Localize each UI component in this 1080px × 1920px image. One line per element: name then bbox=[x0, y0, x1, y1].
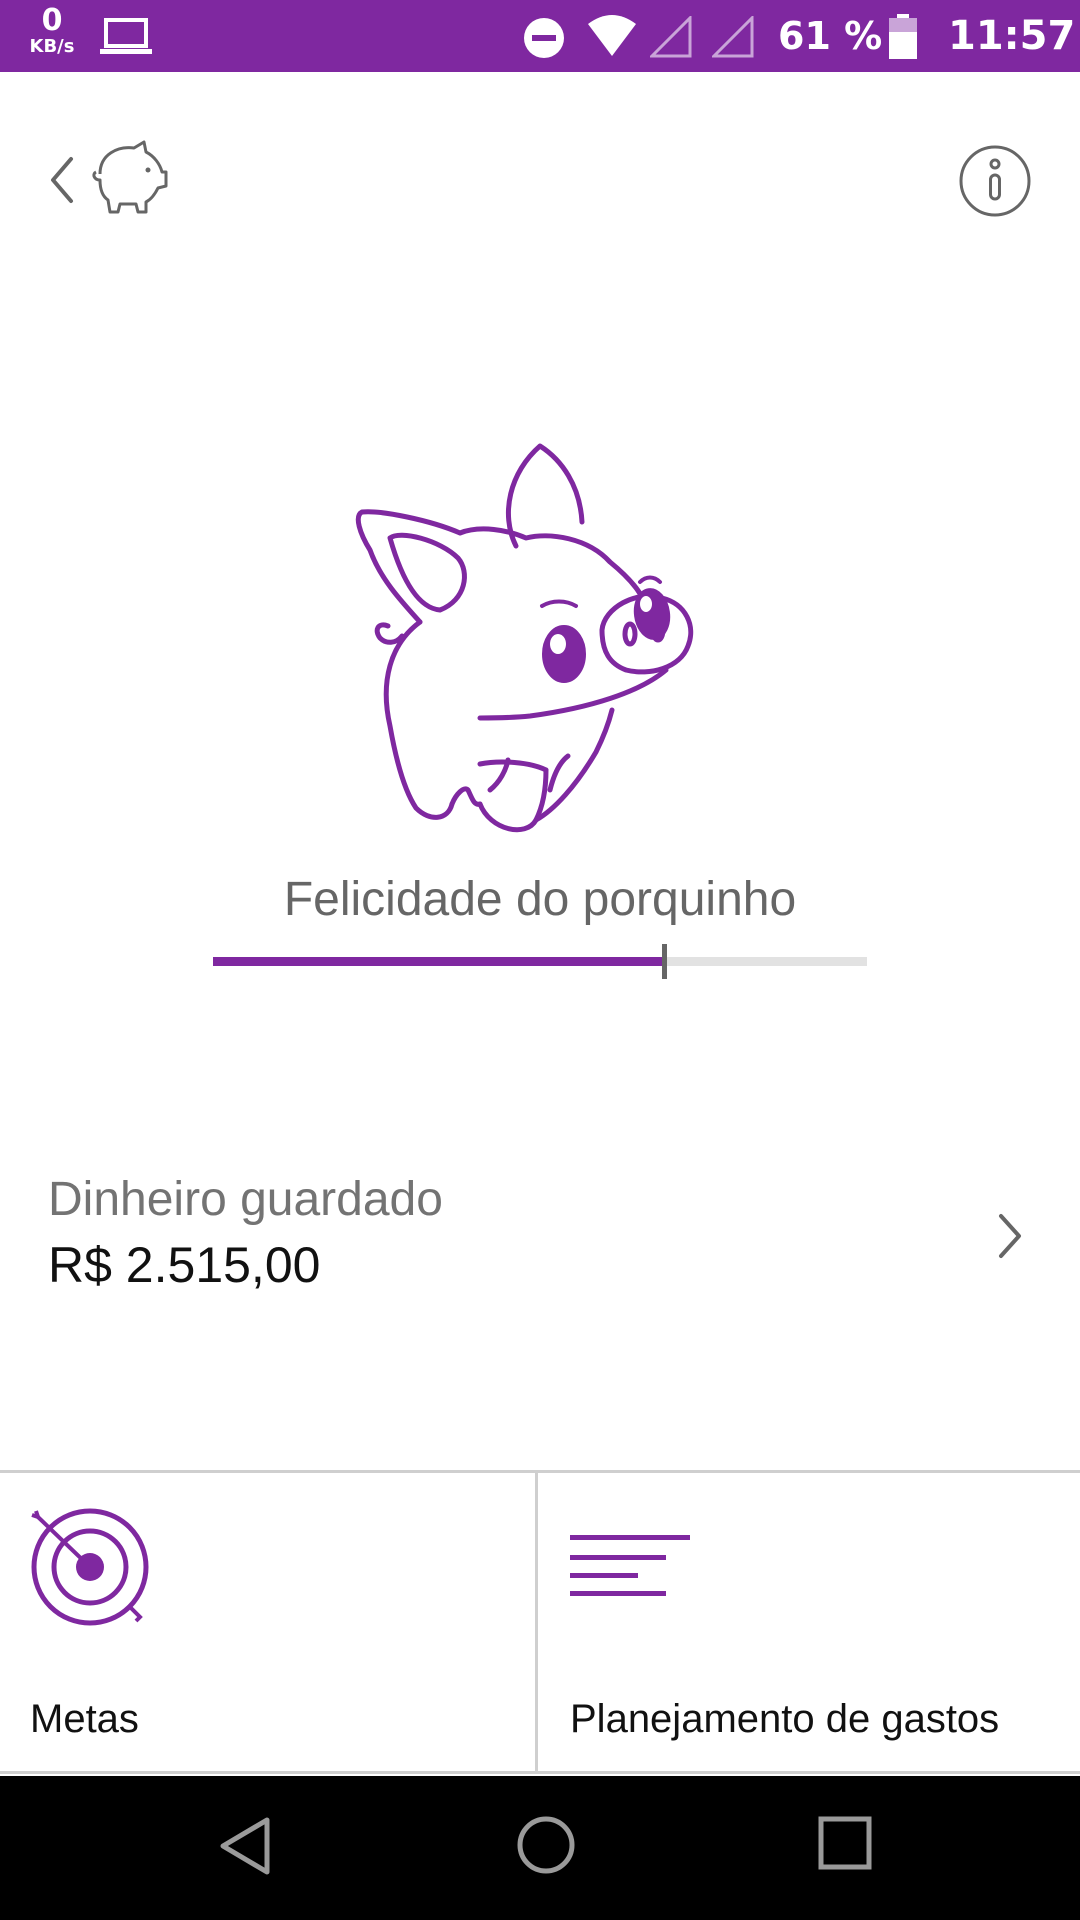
nav-recents-icon[interactable] bbox=[816, 1814, 874, 1872]
status-bar: 0 KB/s 61 % 11:57 bbox=[0, 0, 1080, 72]
lines-list-icon bbox=[570, 1535, 690, 1596]
happiness-progress-fill bbox=[213, 957, 665, 966]
laptop-icon bbox=[100, 18, 152, 54]
network-speed-unit: KB/s bbox=[29, 36, 75, 57]
money-saved-row[interactable]: Dinheiro guardado R$ 2.515,00 bbox=[0, 1150, 1080, 1330]
happiness-progress-marker bbox=[662, 944, 668, 979]
nav-home-icon[interactable] bbox=[515, 1814, 577, 1876]
happiness-progress-bar bbox=[213, 944, 867, 979]
wifi-icon bbox=[588, 15, 636, 56]
status-time: 11:57 bbox=[948, 13, 1076, 59]
shortcuts-panel: Metas Planejamento de gastos bbox=[0, 1470, 1080, 1774]
signal-icon bbox=[712, 16, 754, 58]
goals-shortcut[interactable]: Metas bbox=[0, 1473, 538, 1771]
app-screen: 0 KB/s 61 % 11:57 Felicidade do porquinh… bbox=[0, 0, 1080, 1920]
info-button[interactable] bbox=[958, 144, 1032, 218]
money-saved-value: R$ 2.515,00 bbox=[48, 1237, 321, 1293]
network-speed-value: 0 bbox=[41, 3, 63, 38]
back-chevron-icon bbox=[51, 157, 73, 203]
chevron-right-icon bbox=[999, 1214, 1021, 1258]
do-not-disturb-icon bbox=[524, 18, 564, 58]
battery-percentage: 61 % bbox=[778, 14, 883, 58]
spending-planning-shortcut[interactable]: Planejamento de gastos bbox=[538, 1473, 1080, 1771]
money-saved-label: Dinheiro guardado bbox=[48, 1173, 443, 1226]
piggy-bank-icon bbox=[92, 140, 168, 214]
happiness-label: Felicidade do porquinho bbox=[283, 873, 797, 926]
network-speed-indicator: 0 KB/s bbox=[24, 6, 80, 56]
happy-pig-illustration bbox=[355, 443, 694, 833]
battery-icon bbox=[889, 14, 917, 59]
signal-icon bbox=[650, 16, 692, 58]
back-button[interactable] bbox=[40, 148, 84, 212]
target-icon bbox=[31, 1508, 149, 1626]
goals-label: Metas bbox=[30, 1697, 139, 1741]
spending-planning-label: Planejamento de gastos bbox=[570, 1697, 1000, 1741]
system-navigation-bar bbox=[0, 1776, 1080, 1920]
nav-back-icon[interactable] bbox=[215, 1814, 275, 1878]
